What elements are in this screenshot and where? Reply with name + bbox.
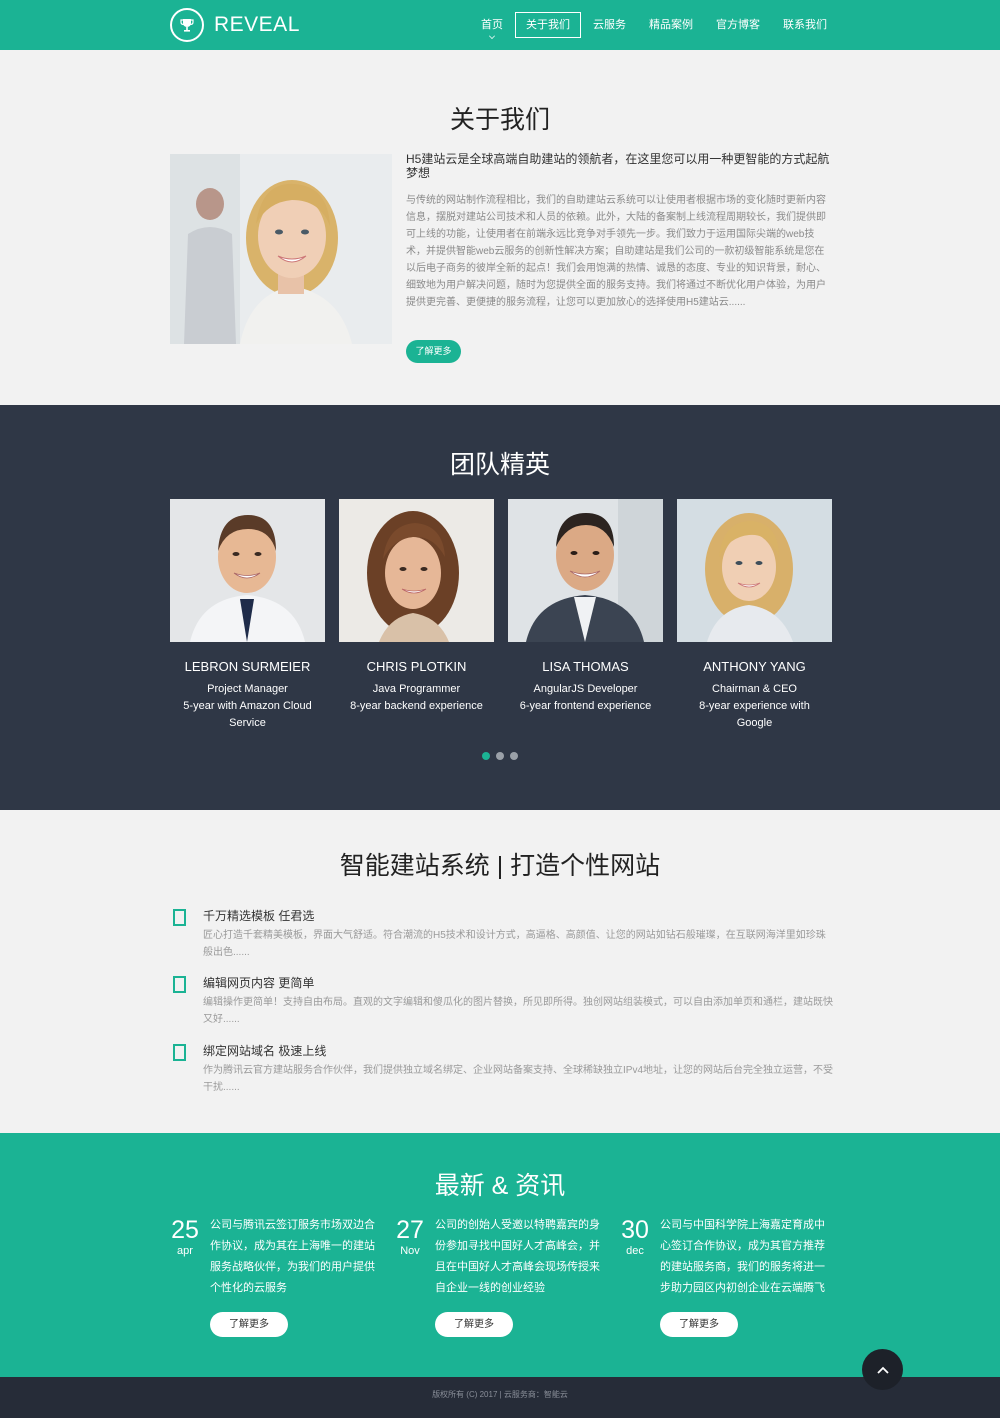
news-day: 25 [171, 1216, 199, 1244]
news-month: dec [626, 1245, 644, 1257]
carousel-dots [482, 752, 524, 760]
member-name: CHRIS PLOTKIN [366, 659, 467, 674]
feature-desc: 编辑操作更简单！支持自由布局。直观的文字编辑和傻瓜化的图片替换，所见即所得。独创… [203, 997, 833, 1025]
team-member-card: LISA THOMAS AngularJS Developer 6-year f… [508, 499, 663, 715]
square-icon [173, 976, 186, 993]
feature-desc: 匠心打造千套精美模板，界面大气舒适。符合潮流的H5技术和设计方式，高逼格、高颜值… [203, 930, 826, 958]
member-name: ANTHONY YANG [703, 659, 806, 674]
nav-label: 精品案例 [649, 19, 693, 31]
news-item: 25 apr 公司与腾讯云签订服务市场双边合作协议，成为其在上海唯一的建站服务战… [170, 1215, 382, 1365]
news-day: 27 [396, 1216, 424, 1244]
member-photo [508, 499, 663, 642]
member-role: Java Programmer [372, 683, 461, 695]
about-title: 关于我们 [449, 106, 550, 134]
nav-blog[interactable]: 官方博客 [705, 12, 771, 38]
member-name: LEBRON SURMEIER [184, 659, 311, 674]
main-nav: 首页 关于我们 云服务 精品案例 官方博客 联系我们 [470, 12, 839, 39]
news-text: 公司的创始人受邀以特聘嘉宾的身份参加寻找中国好人才高峰会，并且在中国好人才高峰会… [435, 1219, 600, 1294]
nav-about[interactable]: 关于我们 [515, 12, 581, 38]
logo-text: REVEAL [214, 13, 300, 36]
member-photo [339, 499, 494, 642]
nav-cloud-service[interactable]: 云服务 [582, 12, 637, 38]
news-day: 30 [621, 1216, 649, 1244]
news-text: 公司与中国科学院上海嘉定育成中心签订合作协议，成为其官方推荐的建站服务商，我们的… [660, 1219, 825, 1294]
news-more-button[interactable]: 了解更多 [660, 1312, 738, 1337]
chevron-down-icon [489, 33, 495, 39]
about-more-button[interactable]: 了解更多 [406, 340, 461, 363]
feature-desc: 作为腾讯云官方建站服务合作伙伴，我们提供独立域名绑定、企业网站备案支持、全球稀缺… [203, 1065, 834, 1093]
team-member-card: CHRIS PLOTKIN Java Programmer 8-year bac… [339, 499, 494, 715]
news-section: 最新 & 资讯 25 apr 公司与腾讯云签订服务市场双边合作协议，成为其在上海… [0, 1133, 1000, 1377]
carousel-dot[interactable] [482, 752, 490, 760]
team-title: 团队精英 [449, 451, 550, 479]
team-member-card: LEBRON SURMEIER Project Manager 5-year w… [170, 499, 325, 732]
trophy-icon [170, 8, 204, 42]
back-to-top-button[interactable] [862, 1349, 903, 1390]
nav-label: 联系我们 [783, 19, 827, 31]
carousel-dot[interactable] [510, 752, 518, 760]
member-experience: 5-year with Amazon Cloud Service [183, 700, 312, 729]
nav-label: 官方博客 [716, 19, 760, 31]
footer: 版权所有 (C) 2017 | 云服务商：智能云 [0, 1377, 1000, 1418]
news-text: 公司与腾讯云签订服务市场双边合作协议，成为其在上海唯一的建站服务战略伙伴，为我们… [210, 1219, 375, 1294]
member-experience: 8-year backend experience [350, 700, 483, 712]
member-name: LISA THOMAS [542, 659, 629, 674]
member-role: AngularJS Developer [533, 683, 638, 695]
feature-title: 编辑网页内容 更简单 [203, 976, 315, 990]
nav-label: 首页 [481, 19, 503, 31]
news-item: 30 dec 公司与中国科学院上海嘉定育成中心签订合作协议，成为其官方推荐的建站… [620, 1215, 832, 1365]
about-photo [170, 154, 392, 344]
nav-label: 关于我们 [526, 19, 570, 31]
member-photo [170, 499, 325, 642]
carousel-dot[interactable] [496, 752, 504, 760]
news-more-button[interactable]: 了解更多 [210, 1312, 288, 1337]
news-title: 最新 & 资讯 [434, 1172, 566, 1200]
member-experience: 8-year experience with Google [699, 700, 810, 729]
top-navbar: REVEAL 首页 关于我们 云服务 精品案例 官方博客 联系我们 [0, 0, 1000, 50]
team-member-card: ANTHONY YANG Chairman & CEO 8-year exper… [677, 499, 832, 732]
nav-label: 云服务 [593, 19, 626, 31]
nav-cases[interactable]: 精品案例 [638, 12, 704, 38]
news-item: 27 Nov 公司的创始人受邀以特聘嘉宾的身份参加寻找中国好人才高峰会，并且在中… [395, 1215, 607, 1365]
feature-title: 绑定网站域名 极速上线 [203, 1044, 327, 1058]
news-month: apr [177, 1245, 193, 1257]
about-heading: H5建站云是全球高端自助建站的领航者，在这里您可以用一种更智能的方式起航梦想 [406, 152, 830, 180]
features-section: 智能建站系统 | 打造个性网站 千万精选模板 任君选 匠心打造千套精美模板，界面… [0, 810, 1000, 1133]
logo[interactable]: REVEAL [170, 8, 300, 42]
square-icon [173, 909, 186, 926]
nav-home[interactable]: 首页 [470, 12, 514, 39]
nav-contact[interactable]: 联系我们 [772, 12, 838, 38]
about-body: 与传统的网站制作流程相比，我们的自助建站云系统可以让使用者根据市场的变化随时更新… [406, 195, 826, 308]
news-more-button[interactable]: 了解更多 [435, 1312, 513, 1337]
member-role: Chairman & CEO [712, 683, 797, 695]
feature-title: 千万精选模板 任君选 [203, 909, 315, 923]
team-section: 团队精英 LEBRON SURMEIER Project Manager 5-y… [0, 405, 1000, 810]
features-title: 智能建站系统 | 打造个性网站 [339, 852, 661, 880]
about-section: 关于我们 H5建站云是全球高端自助建站的领航者，在这里您可以用一种更智能的方式起… [0, 50, 1000, 405]
square-icon [173, 1044, 186, 1061]
footer-copyright: 版权所有 (C) 2017 | 云服务商：智能云 [432, 1390, 568, 1399]
member-role: Project Manager [207, 683, 288, 695]
news-month: Nov [400, 1245, 420, 1257]
chevron-up-icon [876, 1366, 889, 1374]
member-experience: 6-year frontend experience [519, 700, 652, 712]
member-photo [677, 499, 832, 642]
